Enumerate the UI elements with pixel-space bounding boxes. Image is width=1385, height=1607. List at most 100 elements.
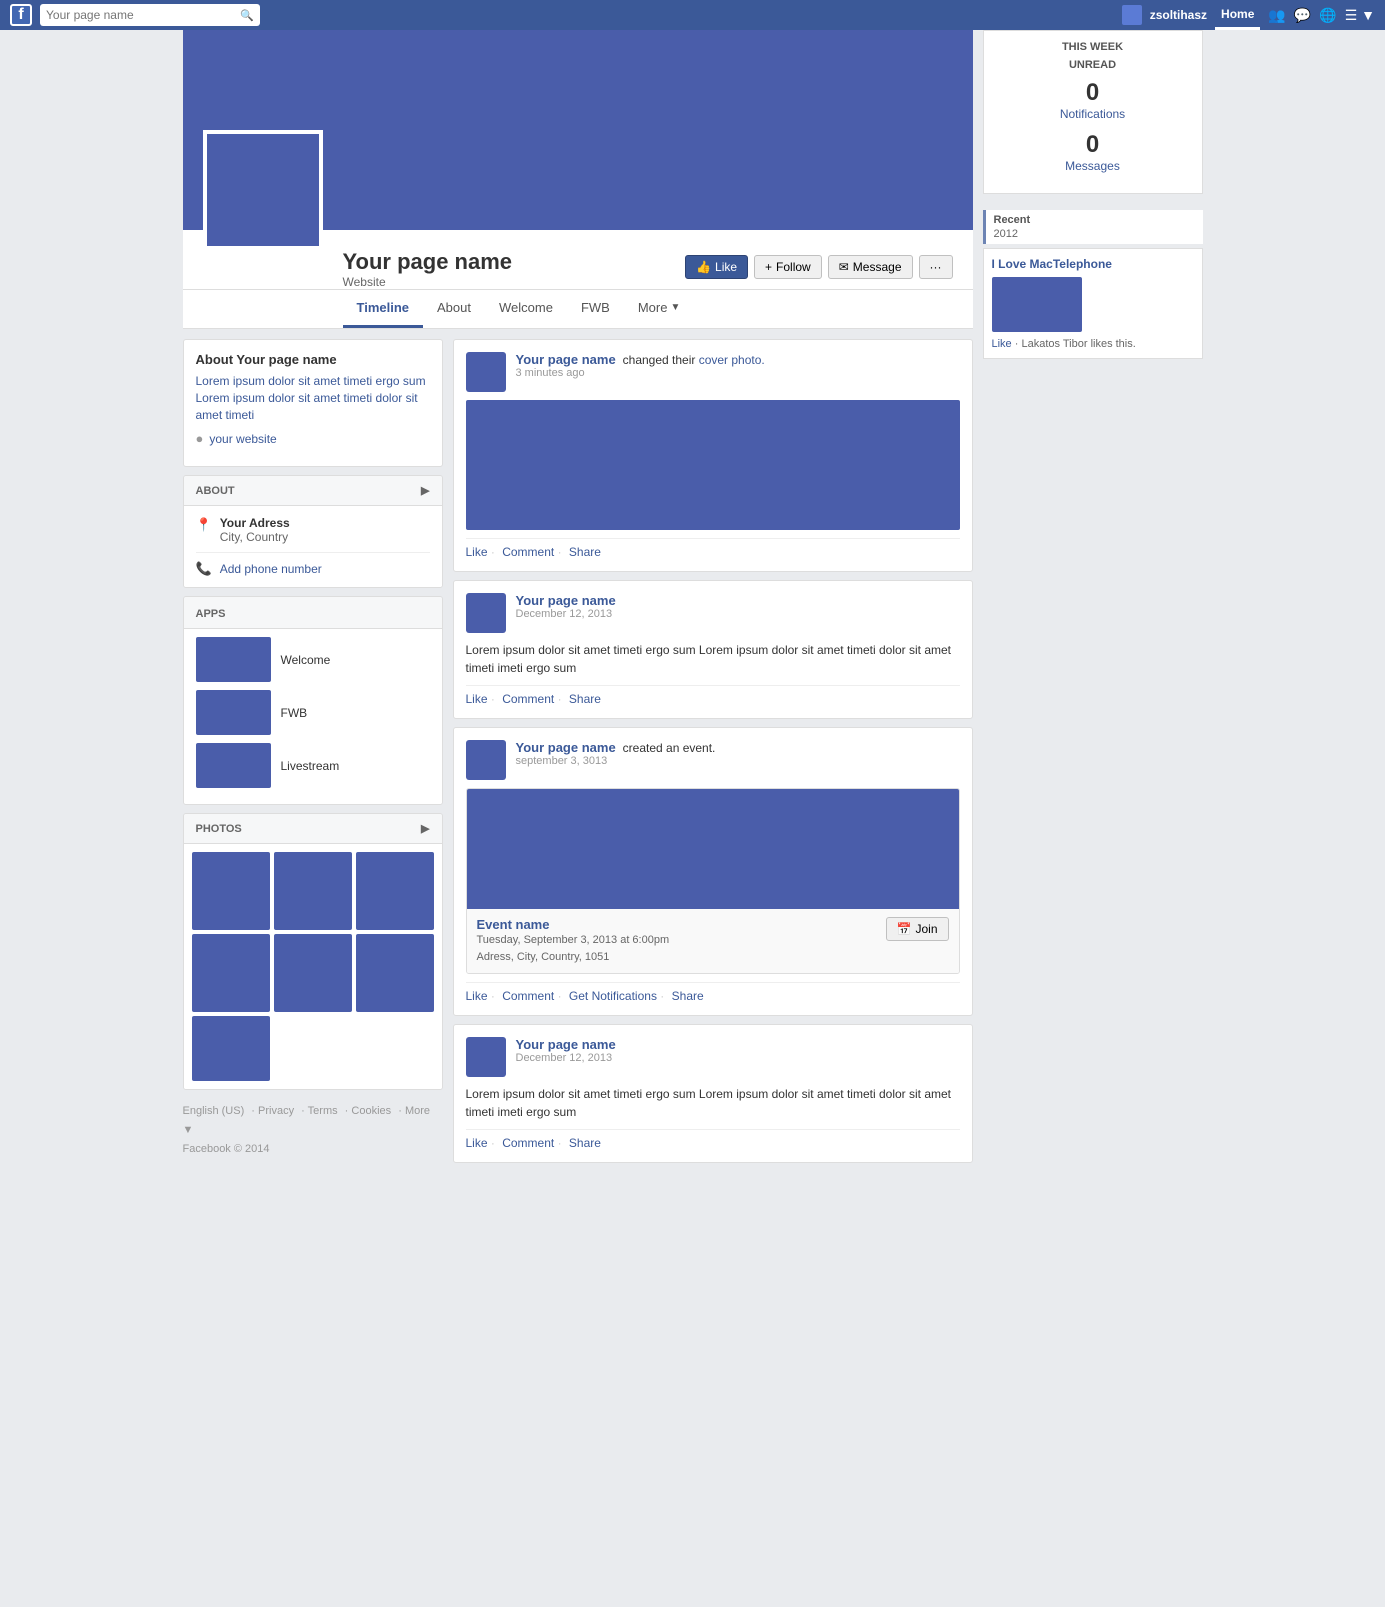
more-button[interactable]: ··· <box>919 255 953 279</box>
about-header-label: ABOUT <box>196 485 235 497</box>
post-1-comment[interactable]: Comment <box>502 545 554 559</box>
page-actions: 👍 Like + Follow ✉ Message ··· <box>685 255 952 289</box>
search-bar[interactable]: 🔍 <box>40 4 260 26</box>
photos-header-label: PHOTOS <box>196 823 242 835</box>
photo-2[interactable] <box>274 852 352 930</box>
post-2-share[interactable]: Share <box>569 692 601 706</box>
photo-4[interactable] <box>192 934 270 1012</box>
post-1-time: 3 minutes ago <box>516 367 960 379</box>
post-1-action-link[interactable]: cover photo. <box>699 353 765 367</box>
follow-button[interactable]: + Follow <box>754 255 822 279</box>
username-label: zsoltihasz <box>1150 8 1207 22</box>
photo-1[interactable] <box>192 852 270 930</box>
sidebar-page-name[interactable]: I Love MacTelephone <box>992 257 1194 271</box>
globe-icon[interactable]: 🌐 <box>1319 7 1336 24</box>
website-row: ● your website <box>196 431 430 446</box>
notifications-count: 0 <box>994 79 1192 107</box>
right-column: Your page name changed their cover photo… <box>453 339 973 1163</box>
photo-3[interactable] <box>356 852 434 930</box>
tab-timeline[interactable]: Timeline <box>343 290 424 328</box>
post-3-comment[interactable]: Comment <box>502 989 554 1003</box>
join-button[interactable]: 📅 Join <box>886 917 949 941</box>
post-2-avatar <box>466 593 506 633</box>
event-box: Event name Tuesday, September 3, 2013 at… <box>466 788 960 974</box>
tab-about[interactable]: About <box>423 290 485 328</box>
apps-body: Welcome FWB Livestream <box>184 629 442 804</box>
menu-icon[interactable]: ☰ ▼ <box>1345 7 1375 24</box>
post-3-header: Your page name created an event. septemb… <box>466 740 960 780</box>
app-name-livestream[interactable]: Livestream <box>281 759 340 773</box>
post-1-like[interactable]: Like <box>466 545 488 559</box>
about-header: ABOUT ▶ <box>184 476 442 506</box>
app-thumb-fwb <box>196 690 271 735</box>
tab-welcome[interactable]: Welcome <box>485 290 567 328</box>
post-3-author[interactable]: Your page name <box>516 740 616 755</box>
post-2-time: December 12, 2013 <box>516 608 960 620</box>
apps-card: APPS Welcome FWB Livestrea <box>183 596 443 805</box>
recent-label: Recent <box>994 214 1195 226</box>
post-1-share[interactable]: Share <box>569 545 601 559</box>
content-columns: About Your page name Lorem ipsum dolor s… <box>183 329 973 1173</box>
post-4-actions: Like · Comment · Share <box>466 1129 960 1150</box>
unread-label: UNREAD <box>994 59 1192 71</box>
tabs-bar: Timeline About Welcome FWB More ▼ <box>183 290 973 329</box>
address-row: 📍 Your Adress City, Country <box>196 516 430 544</box>
photo-5[interactable] <box>274 934 352 1012</box>
website-link[interactable]: your website <box>209 432 276 446</box>
post-1-author[interactable]: Your page name <box>516 352 616 367</box>
tab-more[interactable]: More ▼ <box>624 290 695 328</box>
page-info: Your page name Website <box>343 249 513 289</box>
footer-privacy[interactable]: Privacy <box>258 1105 294 1117</box>
messages-label[interactable]: Messages <box>994 159 1192 173</box>
post-4-author[interactable]: Your page name <box>516 1037 616 1052</box>
tab-fwb[interactable]: FWB <box>567 290 624 328</box>
post-4-comment[interactable]: Comment <box>502 1136 554 1150</box>
post-3-like[interactable]: Like <box>466 989 488 1003</box>
about-page-title: About Your page name <box>196 352 430 367</box>
chevron-down-icon: ▼ <box>670 302 680 313</box>
messages-icon[interactable]: 💬 <box>1294 7 1311 24</box>
page-website: Website <box>343 275 513 289</box>
home-link[interactable]: Home <box>1215 0 1260 30</box>
footer-terms[interactable]: Terms <box>308 1105 338 1117</box>
post-2-like[interactable]: Like <box>466 692 488 706</box>
post-4-like[interactable]: Like <box>466 1136 488 1150</box>
post-2-author[interactable]: Your page name <box>516 593 616 608</box>
footer-copyright: Facebook © 2014 <box>183 1140 443 1159</box>
notifications-label[interactable]: Notifications <box>994 107 1192 121</box>
about-section-card: ABOUT ▶ 📍 Your Adress City, Country <box>183 475 443 588</box>
post-3-get-notifications[interactable]: Get Notifications <box>569 989 657 1003</box>
event-name[interactable]: Event name <box>477 917 670 932</box>
post-3-time: september 3, 3013 <box>516 755 960 767</box>
post-4-share[interactable]: Share <box>569 1136 601 1150</box>
sidebar-page-thumb <box>992 277 1082 332</box>
post-2-comment[interactable]: Comment <box>502 692 554 706</box>
post-3-share[interactable]: Share <box>672 989 704 1003</box>
like-button[interactable]: 👍 Like <box>685 255 748 279</box>
post-4-author-wrap: Your page name <box>516 1037 960 1052</box>
app-name-fwb[interactable]: FWB <box>281 706 308 720</box>
post-2-meta: Your page name December 12, 2013 <box>516 593 960 620</box>
add-phone-link[interactable]: Add phone number <box>220 562 322 576</box>
about-card: About Your page name Lorem ipsum dolor s… <box>183 339 443 467</box>
footer-english[interactable]: English (US) <box>183 1105 245 1117</box>
post-1-header: Your page name changed their cover photo… <box>466 352 960 392</box>
footer-cookies[interactable]: Cookies <box>351 1105 391 1117</box>
footer-more[interactable]: More <box>405 1105 430 1117</box>
post-1-actions: Like · Comment · Share <box>466 538 960 559</box>
about-expand-icon[interactable]: ▶ <box>421 484 429 497</box>
search-input[interactable] <box>46 8 240 22</box>
year-label: 2012 <box>994 228 1195 240</box>
sidebar-like-link[interactable]: Like <box>992 338 1012 350</box>
app-name-welcome[interactable]: Welcome <box>281 653 331 667</box>
photo-7[interactable] <box>192 1016 270 1081</box>
friends-icon[interactable]: 👥 <box>1268 7 1285 24</box>
post-3-action: created an event. <box>619 741 715 755</box>
photos-expand-icon[interactable]: ▶ <box>421 822 429 835</box>
post-2: Your page name December 12, 2013 Lorem i… <box>453 580 973 719</box>
photo-6[interactable] <box>356 934 434 1012</box>
post-2-text: Lorem ipsum dolor sit amet timeti ergo s… <box>466 641 960 677</box>
cover-photo <box>183 30 973 230</box>
facebook-logo[interactable]: f <box>10 4 32 26</box>
message-button[interactable]: ✉ Message <box>828 255 913 279</box>
